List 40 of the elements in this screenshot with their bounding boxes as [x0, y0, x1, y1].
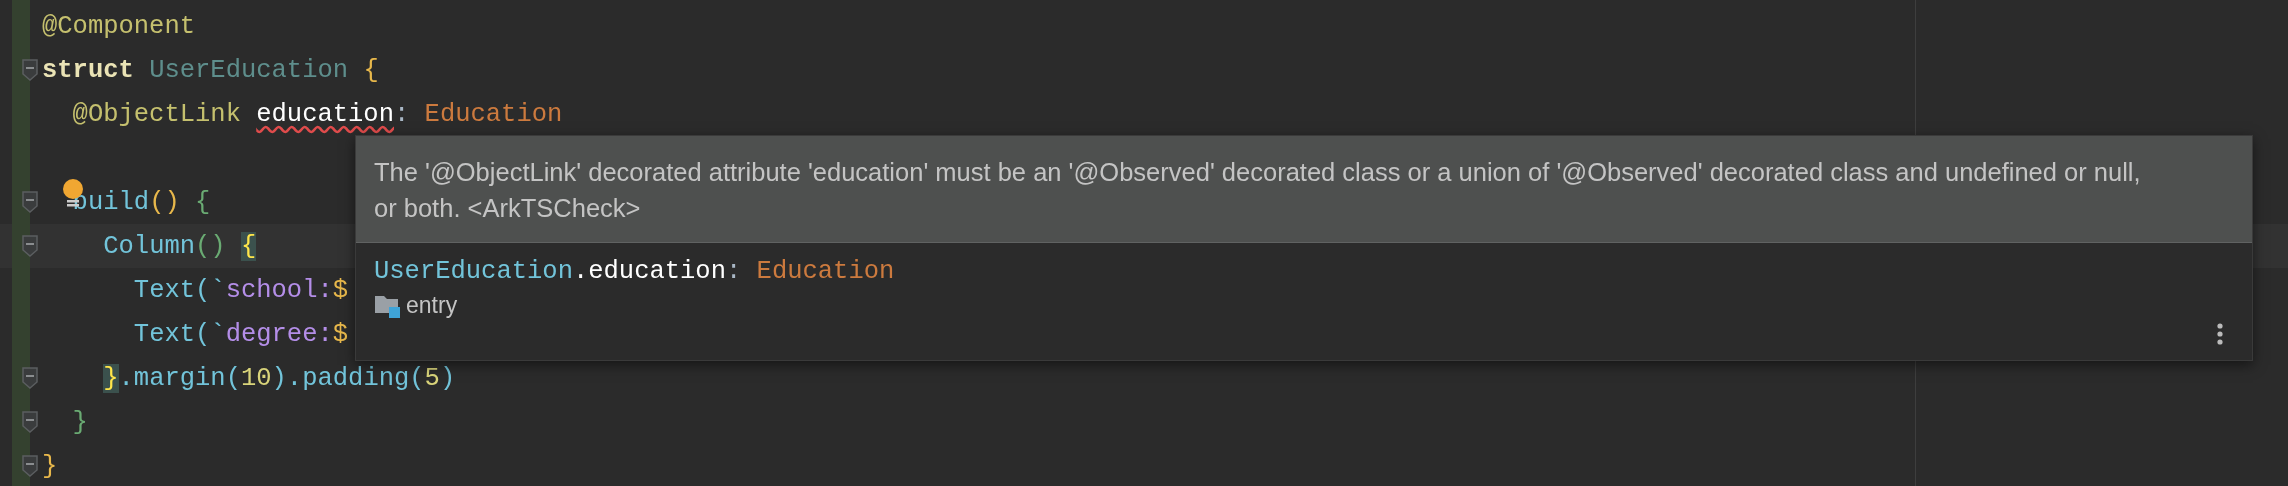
code-token: 5	[424, 363, 440, 393]
code-token: ()	[149, 187, 180, 217]
code-token: Education	[424, 99, 563, 129]
fold-icon[interactable]	[21, 366, 39, 390]
code-token: }	[72, 407, 88, 437]
code-token: {	[195, 187, 211, 217]
code-token: Text(`	[133, 275, 226, 305]
code-token: education	[256, 99, 394, 129]
code-token: @Component	[42, 11, 196, 41]
module-name: entry	[406, 292, 458, 319]
fold-icon[interactable]	[21, 190, 39, 214]
code-token: degree:	[225, 319, 333, 349]
fold-icon[interactable]	[21, 454, 39, 478]
signature-token: .education	[572, 257, 726, 286]
fold-icon[interactable]	[21, 410, 39, 434]
code-token: :	[394, 99, 410, 129]
code-token: Text(`	[133, 319, 226, 349]
code-token: school:	[225, 275, 333, 305]
code-token: {	[240, 231, 257, 261]
code-token: )	[439, 363, 456, 393]
code-token: 10	[240, 363, 272, 393]
fold-icon[interactable]	[21, 234, 39, 258]
code-token: Column	[103, 231, 196, 261]
fold-icon[interactable]	[21, 58, 39, 82]
code-token: }	[42, 451, 58, 481]
code-token: {	[363, 55, 379, 85]
code-token: ()	[195, 231, 226, 261]
code-token: struct	[42, 55, 134, 85]
code-token: $	[332, 319, 349, 349]
code-token: }	[103, 363, 119, 393]
code-token: $	[332, 275, 349, 305]
code-token: UserEducation	[149, 55, 349, 85]
code-token: @ObjectLink	[72, 99, 241, 129]
signature-token: Education	[756, 257, 895, 286]
error-message: The '@ObjectLink' decorated attribute 'education' must be an '@Observed' decorated class or a union of '@Observed' decorated class and undefined or null, or both. <ArkTSCheck>	[374, 157, 2142, 224]
code-token: .margin(	[118, 363, 241, 393]
more-options-icon[interactable]	[2216, 322, 2224, 346]
code-token: ).padding(	[271, 363, 425, 393]
signature-token: :	[725, 257, 743, 286]
signature-token: UserEducation	[374, 257, 573, 286]
